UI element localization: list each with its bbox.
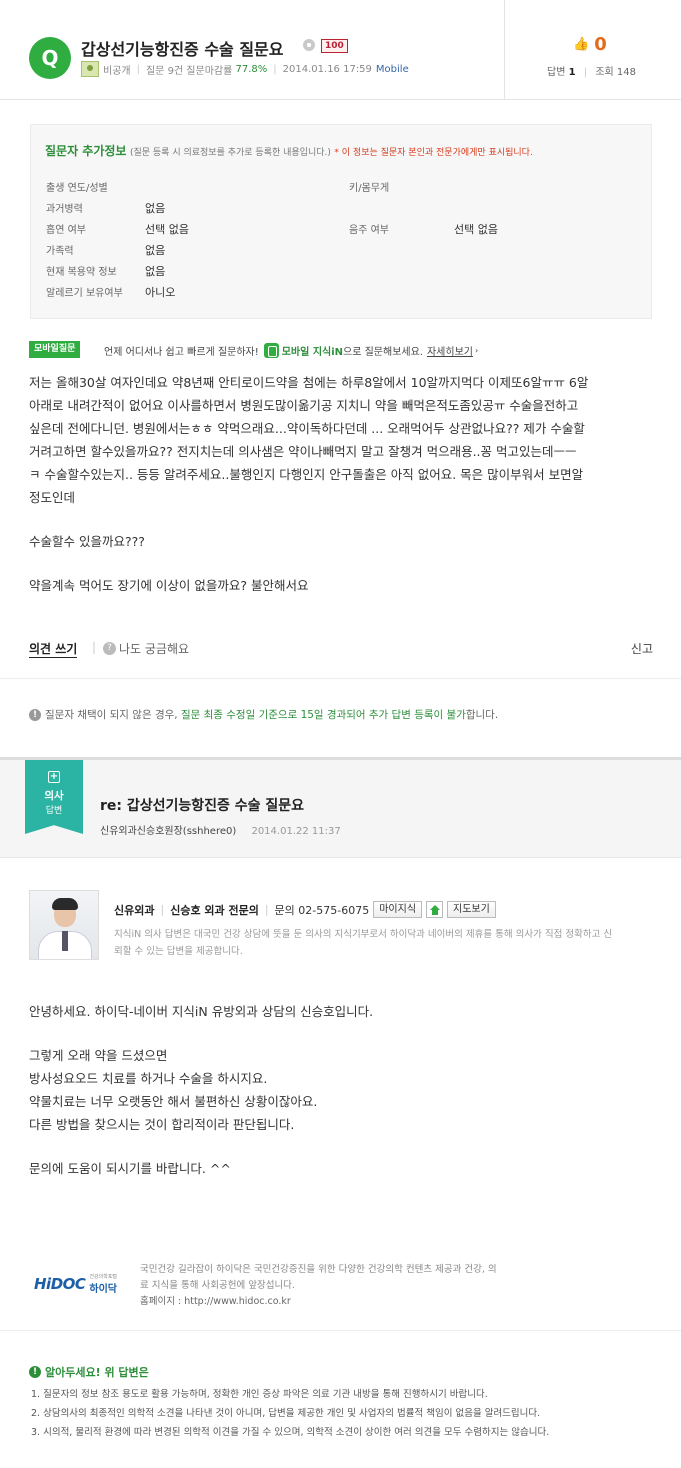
question-title: 갑상선기능항진증 수술 질문요 [81, 40, 284, 59]
question-badge: Q [29, 37, 71, 79]
answer-datetime: 2014.01.22 11:37 [251, 826, 341, 837]
home-icon[interactable] [426, 901, 444, 918]
doctor-contact: 문의 02-575-6075 [274, 903, 370, 917]
hidoc-wordmark: HiDOC [34, 1275, 86, 1293]
answer-meta: 신유외과신승호원장(sshhere0) 2014.01.22 11:37 [100, 822, 341, 837]
hidoc-homepage-link[interactable]: 홈페이지 : http://www.hidoc.co.kr [140, 1294, 550, 1310]
hidoc-logo[interactable]: HiDOC 건강의학포털 하이닥 [34, 1273, 117, 1295]
legal-title: ! 알아두세요! 위 답변은 [29, 1364, 149, 1380]
view-count: 148 [616, 67, 636, 78]
answer-closed-notice: ! 질문자 채택이 되지 않은 경우, 질문 최종 수정일 기준으로 15일 경… [29, 707, 498, 722]
details-link[interactable]: 자세히보기 [427, 343, 473, 358]
info-label: 흡연 여부 [46, 225, 86, 236]
question-datetime: 2014.01.16 17:59 [282, 63, 372, 75]
write-opinion-button[interactable]: 의견 쓰기 [29, 640, 78, 658]
question-mark-icon: ? [103, 642, 116, 655]
answer-view-counts: 답변 1 | 조회 148 [547, 67, 636, 78]
doctor-photo [29, 890, 99, 960]
curious-button[interactable]: ? 나도 궁금해요 [103, 640, 189, 657]
warning-icon: ! [29, 1366, 41, 1378]
mobile-link[interactable]: Mobile [376, 64, 409, 75]
close-rate: 77.8% [235, 63, 268, 75]
question-body: 저는 올해30살 여자인데요 약8년째 안티로이드약을 첨에는 하루8알에서 1… [29, 375, 589, 593]
question-meta: 비공개 | 질문 9건 질문마감률 77.8% | 2014.01.16 17:… [81, 61, 409, 77]
info-label: 키/몸무게 [349, 183, 390, 194]
extra-info-heading: 질문자 추가정보 (질문 등록 시 의료정보를 추가로 등록한 내용입니다.) … [45, 144, 533, 158]
doctor-name: 신승호 외과 전문의 [170, 903, 259, 917]
info-label: 출생 연도/성별 [46, 183, 108, 194]
doctor-info: 신유외과 | 신승호 외과 전문의 | 문의 02-575-6075 마이지식 … [114, 901, 496, 918]
info-value: 없음 [145, 265, 166, 278]
legal-item: 2. 상담의사의 최종적인 의학적 소견을 나타낸 것이 아니며, 답변을 제공… [31, 1408, 541, 1419]
legal-item: 3. 시의적, 물리적 환경에 따라 변경된 의학적 이견을 가질 수 있으며,… [31, 1427, 550, 1438]
answer-author[interactable]: 신유외과신승호원장(sshhere0) [100, 826, 236, 837]
answer-title: re: 갑상선기능항진증 수술 질문요 [100, 798, 305, 814]
info-label: 음주 여부 [349, 225, 389, 236]
info-value: 아니오 [145, 286, 176, 299]
hidoc-desc: 국민건강 길라잡이 하이닥은 국민건강증진을 위한 다양한 건강의학 컨텐츠 제… [140, 1262, 550, 1310]
my-knowledge-button[interactable]: 마이지식 [373, 901, 423, 918]
like-count: 0 [594, 34, 607, 55]
info-value: 없음 [145, 244, 166, 257]
info-label: 가족력 [46, 246, 74, 257]
answer-count: 1 [568, 67, 576, 78]
doctor-answer-ribbon: + 의사 답변 [25, 760, 83, 834]
mobile-banner: 언제 어디서나 쉽고 빠르게 질문하자! 모바일 지식iN 으로 질문해보세요. … [104, 343, 478, 358]
info-value: 선택 없음 [454, 223, 498, 236]
answer-body: 안녕하세요. 하이닥-네이버 지식iN 유방외과 상담의 신승호입니다. 그렇게… [29, 1004, 374, 1176]
question-author[interactable]: 비공개 [103, 62, 131, 77]
legal-item: 1. 질문자의 정보 참조 용도로 활용 가능하며, 정확한 개인 증상 파악은… [31, 1389, 488, 1400]
info-label: 과거병력 [46, 204, 83, 215]
like-button[interactable]: 👍 0 [573, 34, 607, 55]
warning-icon: ! [29, 708, 41, 721]
lock-icon [303, 39, 315, 51]
question-stats: 질문 9건 질문마감률 [145, 65, 233, 77]
avatar [81, 61, 99, 77]
mobile-question-tag: 모바일질문 [29, 341, 81, 358]
plus-icon: + [48, 771, 60, 783]
divider [0, 1330, 681, 1331]
map-button[interactable]: 지도보기 [447, 901, 496, 918]
divider [0, 678, 681, 679]
report-button[interactable]: 신고 [631, 640, 653, 657]
info-value: 없음 [145, 202, 166, 215]
level-badge: 100 [321, 39, 348, 53]
info-label: 알레르기 보유여부 [46, 288, 123, 299]
info-label: 현재 복용약 정보 [46, 267, 117, 278]
question-actions: 의견 쓰기 | ? 나도 궁금해요 신고 [29, 640, 653, 658]
info-value: 선택 없음 [145, 223, 189, 236]
phone-icon [263, 343, 279, 358]
doctor-answer-desc: 지식iN 의사 답변은 대국민 건강 상담에 뜻을 둔 의사의 지식기부로서 하… [114, 929, 613, 957]
thumb-up-icon: 👍 [573, 37, 590, 52]
doctor-dept[interactable]: 신유외과 [114, 902, 154, 918]
